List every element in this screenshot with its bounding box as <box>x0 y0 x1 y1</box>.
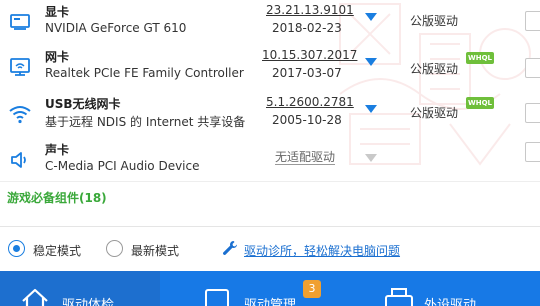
stable-mode-label[interactable]: 稳定模式 <box>33 242 81 259</box>
no-driver-label: 无适配驱动 <box>275 150 336 165</box>
divider <box>0 181 540 182</box>
version-dropdown-icon[interactable] <box>365 13 377 21</box>
driver-date: 2005-10-28 <box>272 113 342 127</box>
driver-checkbox[interactable] <box>525 11 540 31</box>
driver-device-name: 基于远程 NDIS 的 Internet 共享设备 <box>45 115 246 129</box>
section-title-game-components[interactable]: 游戏必备组件(18) <box>7 189 107 206</box>
driver-version-link[interactable]: 23.21.13.9101 <box>266 3 354 17</box>
wifi-icon <box>9 106 31 124</box>
driver-checkbox[interactable] <box>525 103 540 123</box>
driver-version-link[interactable]: 10.15.307.2017 <box>262 48 357 62</box>
speaker-icon <box>11 152 26 168</box>
driver-category: 声卡 <box>45 143 70 157</box>
driver-date: 2017-03-07 <box>272 66 342 80</box>
version-dropdown-icon[interactable] <box>365 105 377 113</box>
driver-version-link[interactable]: 5.1.2600.2781 <box>266 95 354 109</box>
tab-label: 驱动体检 <box>62 298 115 306</box>
tab-driver-check[interactable]: 驱动体检 <box>0 271 160 306</box>
driver-date: 2018-02-23 <box>272 21 342 35</box>
manage-count-badge: 3 <box>303 280 321 298</box>
driver-checkbox[interactable] <box>525 58 540 78</box>
driver-category: 显卡 <box>45 5 70 19</box>
latest-mode-label[interactable]: 最新模式 <box>131 242 179 259</box>
driver-device-name: NVIDIA GeForce GT 610 <box>45 21 187 35</box>
driver-category: USB无线网卡 <box>45 97 121 111</box>
driver-category: 网卡 <box>45 50 70 64</box>
manage-icon <box>205 289 229 306</box>
driver-device-name: Realtek PCIe FE Family Controller <box>45 66 244 80</box>
version-dropdown-icon[interactable] <box>365 58 377 66</box>
display-icon <box>10 14 30 30</box>
driver-row-audio: 声卡 C-Media PCI Audio Device 无适配驱动 <box>0 138 540 184</box>
driver-row-wireless: USB无线网卡 基于远程 NDIS 的 Internet 共享设备 5.1.26… <box>0 92 540 138</box>
stable-mode-radio[interactable] <box>8 240 25 257</box>
whql-badge: WHQL <box>466 52 494 64</box>
mode-bar: 稳定模式 最新模式 驱动诊所，轻松解决电脑问题 <box>0 226 540 271</box>
version-dropdown-icon <box>365 154 377 162</box>
bottom-nav: 驱动体检 驱动管理 3 外设驱动 <box>0 271 540 306</box>
wrench-icon <box>223 241 237 255</box>
driver-checkbox[interactable] <box>525 142 540 162</box>
driver-clinic-link[interactable]: 驱动诊所，轻松解决电脑问题 <box>244 242 400 259</box>
tab-driver-manage[interactable]: 驱动管理 <box>180 271 350 306</box>
tab-peripheral-drivers[interactable]: 外设驱动 <box>370 271 540 306</box>
tab-label: 外设驱动 <box>424 298 477 306</box>
latest-mode-radio[interactable] <box>106 240 123 257</box>
driver-type: 公版驱动 <box>410 106 459 120</box>
tab-label: 驱动管理 <box>244 298 297 306</box>
driver-row-network: 网卡 Realtek PCIe FE Family Controller 10.… <box>0 45 540 91</box>
driver-device-name: C-Media PCI Audio Device <box>45 159 200 173</box>
driver-type: 公版驱动 <box>410 62 459 76</box>
whql-badge: WHQL <box>466 97 494 109</box>
driver-row-gpu: 显卡 NVIDIA GeForce GT 610 23.21.13.9101 2… <box>0 0 540 46</box>
printer-icon <box>385 288 413 306</box>
driver-type: 公版驱动 <box>410 14 459 28</box>
network-card-icon <box>10 58 30 76</box>
home-icon <box>22 288 48 306</box>
